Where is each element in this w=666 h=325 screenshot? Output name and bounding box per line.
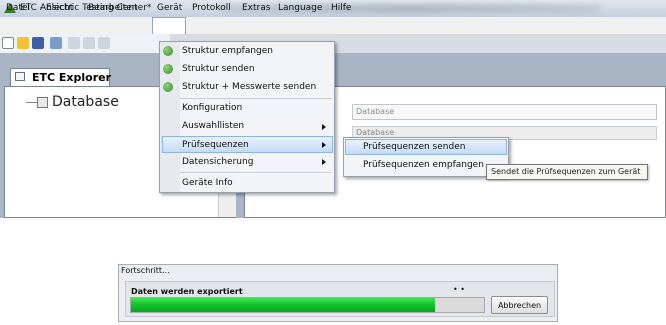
- progress-dialog-title: Fortschritt...: [121, 266, 170, 275]
- submenu-item-pruefsequenzen-senden[interactable]: Prüfsequenzen senden: [363, 142, 465, 152]
- submenu-item-pruefsequenzen-empfangen[interactable]: Prüfsequenzen empfangen: [363, 160, 484, 170]
- database-field-secondary-text: Database: [356, 128, 395, 137]
- menu-item-datensicherung[interactable]: Datensicherung: [182, 157, 253, 167]
- submenu-arrow-icon: [322, 142, 326, 148]
- progress-status-text: Daten werden exportiert: [131, 287, 243, 296]
- menu-item-konfiguration[interactable]: Konfiguration: [182, 103, 242, 113]
- menu-bar: [0, 17, 666, 35]
- database-field[interactable]: Database: [352, 104, 657, 120]
- submenu-arrow-icon: [322, 159, 326, 165]
- new-document-icon[interactable]: [2, 37, 14, 49]
- tooltip-text: Sendet die Prüfsequenzen zum Gerät: [491, 167, 641, 176]
- menu-protokoll[interactable]: Protokoll: [192, 3, 231, 13]
- submenu-arrow-icon: [322, 124, 326, 130]
- menu-separator: [180, 172, 332, 173]
- copy-icon[interactable]: [83, 37, 95, 49]
- cancel-button[interactable]: Abbrechen: [491, 296, 548, 314]
- save-icon[interactable]: [32, 37, 44, 49]
- toolbar: [0, 34, 170, 53]
- paste-icon[interactable]: [98, 37, 110, 49]
- database-icon: [37, 97, 48, 108]
- menu-ansicht[interactable]: Ansicht: [40, 3, 73, 13]
- menu-bearbeiten[interactable]: Bearbeiten: [88, 3, 137, 13]
- menu-separator: [180, 98, 332, 99]
- email-icon[interactable]: [50, 37, 62, 49]
- menu-datei[interactable]: Datei: [6, 3, 30, 13]
- green-arrow-icon: [163, 64, 173, 74]
- menu-item-struktur-senden[interactable]: Struktur senden: [182, 64, 255, 74]
- progress-bar-fill: [131, 298, 435, 312]
- menu-item-auswahllisten[interactable]: Auswahllisten: [182, 121, 244, 131]
- menu-language[interactable]: Language: [278, 3, 322, 13]
- open-folder-icon[interactable]: [17, 37, 29, 49]
- menu-item-geraete-info[interactable]: Geräte Info: [182, 178, 233, 188]
- cut-icon[interactable]: [68, 37, 80, 49]
- menu-item-pruefsequenzen[interactable]: Prüfsequenzen: [182, 140, 249, 150]
- menu-item-struktur-messwerte-senden[interactable]: Struktur + Messwerte senden: [182, 82, 316, 92]
- menu-geraet[interactable]: Gerät: [157, 3, 182, 13]
- database-field-text: Database: [356, 107, 395, 116]
- title-bar-blurred-region: [220, 4, 600, 13]
- menu-extras[interactable]: Extras: [242, 3, 270, 13]
- menu-hilfe[interactable]: Hilfe: [331, 3, 351, 13]
- tree-item-database[interactable]: Database: [52, 94, 119, 110]
- progress-activity-indicator: • •: [453, 285, 465, 294]
- menu-geraet-open-box: [152, 17, 186, 34]
- green-arrow-icon: [163, 46, 173, 56]
- green-arrow-icon: [163, 82, 173, 92]
- explorer-tab-label: ETC Explorer: [32, 71, 112, 84]
- menu-item-struktur-empfangen[interactable]: Struktur empfangen: [182, 46, 273, 56]
- explorer-window-icon: [15, 72, 25, 81]
- tooltip: Sendet die Prüfsequenzen zum Gerät: [486, 164, 648, 180]
